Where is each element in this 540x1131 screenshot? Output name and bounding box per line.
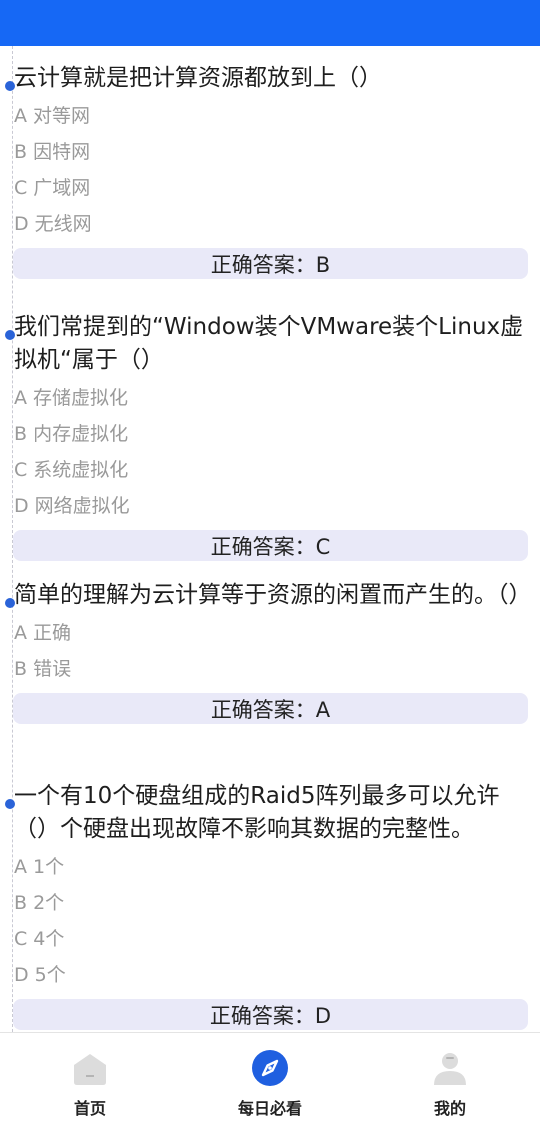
tab-mine[interactable]: 我的 [360,1033,540,1131]
option-item[interactable]: D 5个 [0,957,540,993]
option-item[interactable]: A 正确 [0,615,540,651]
question-text: 云计算就是把计算资源都放到上（） [14,65,382,91]
answer-bar: 正确答案：B [13,248,528,279]
home-icon [74,1054,106,1085]
tab-home[interactable]: 首页 [0,1033,180,1131]
option-list: A 1个 B 2个 C 4个 D 5个 [0,849,540,993]
question-text: 我们常提到的“Window装个VMware装个Linux虚拟机“属于（） [14,314,524,373]
option-item[interactable]: B 因特网 [0,134,540,170]
option-item[interactable]: A 存储虚拟化 [0,380,540,416]
option-item[interactable]: C 4个 [0,921,540,957]
tab-label: 每日必看 [237,1099,302,1118]
top-header-bar [0,0,540,46]
bottom-tab-bar: 首页 每日必看 我的 [0,1032,540,1131]
option-item[interactable]: B 错误 [0,651,540,687]
question-item: 一个有10个硬盘组成的Raid5阵列最多可以允许（）个硬盘出现故障不影响其数据的… [0,780,540,1030]
option-list: A 对等网 B 因特网 C 广域网 D 无线网 [0,98,540,242]
question-text: 一个有10个硬盘组成的Raid5阵列最多可以允许（）个硬盘出现故障不影响其数据的… [14,783,500,842]
option-item[interactable]: C 系统虚拟化 [0,452,540,488]
question-item: 云计算就是把计算资源都放到上（） A 对等网 B 因特网 C 广域网 D 无线网… [0,62,540,279]
question-text: 简单的理解为云计算等于资源的闲置而产生的。（） [14,582,532,608]
option-item[interactable]: A 1个 [0,849,540,885]
option-item[interactable]: B 内存虚拟化 [0,416,540,452]
question-list[interactable]: 云计算就是把计算资源都放到上（） A 对等网 B 因特网 C 广域网 D 无线网… [0,46,540,1032]
tab-daily[interactable]: 每日必看 [180,1033,360,1131]
option-item[interactable]: A 对等网 [0,98,540,134]
option-item[interactable]: B 2个 [0,885,540,921]
option-list: A 正确 B 错误 [0,615,540,687]
answer-bar: 正确答案：C [13,530,528,561]
option-item[interactable]: C 广域网 [0,170,540,206]
question-item: 简单的理解为云计算等于资源的闲置而产生的。（） A 正确 B 错误 正确答案：A [0,579,540,724]
compass-icon [252,1050,288,1086]
tab-label: 首页 [73,1099,106,1118]
question-item: 我们常提到的“Window装个VMware装个Linux虚拟机“属于（） A 存… [0,311,540,561]
option-item[interactable]: D 网络虚拟化 [0,488,540,524]
answer-bar: 正确答案：D [13,999,528,1030]
answer-bar: 正确答案：A [13,693,528,724]
user-icon [434,1053,466,1085]
option-item[interactable]: D 无线网 [0,206,540,242]
tab-label: 我的 [433,1099,466,1118]
option-list: A 存储虚拟化 B 内存虚拟化 C 系统虚拟化 D 网络虚拟化 [0,380,540,524]
